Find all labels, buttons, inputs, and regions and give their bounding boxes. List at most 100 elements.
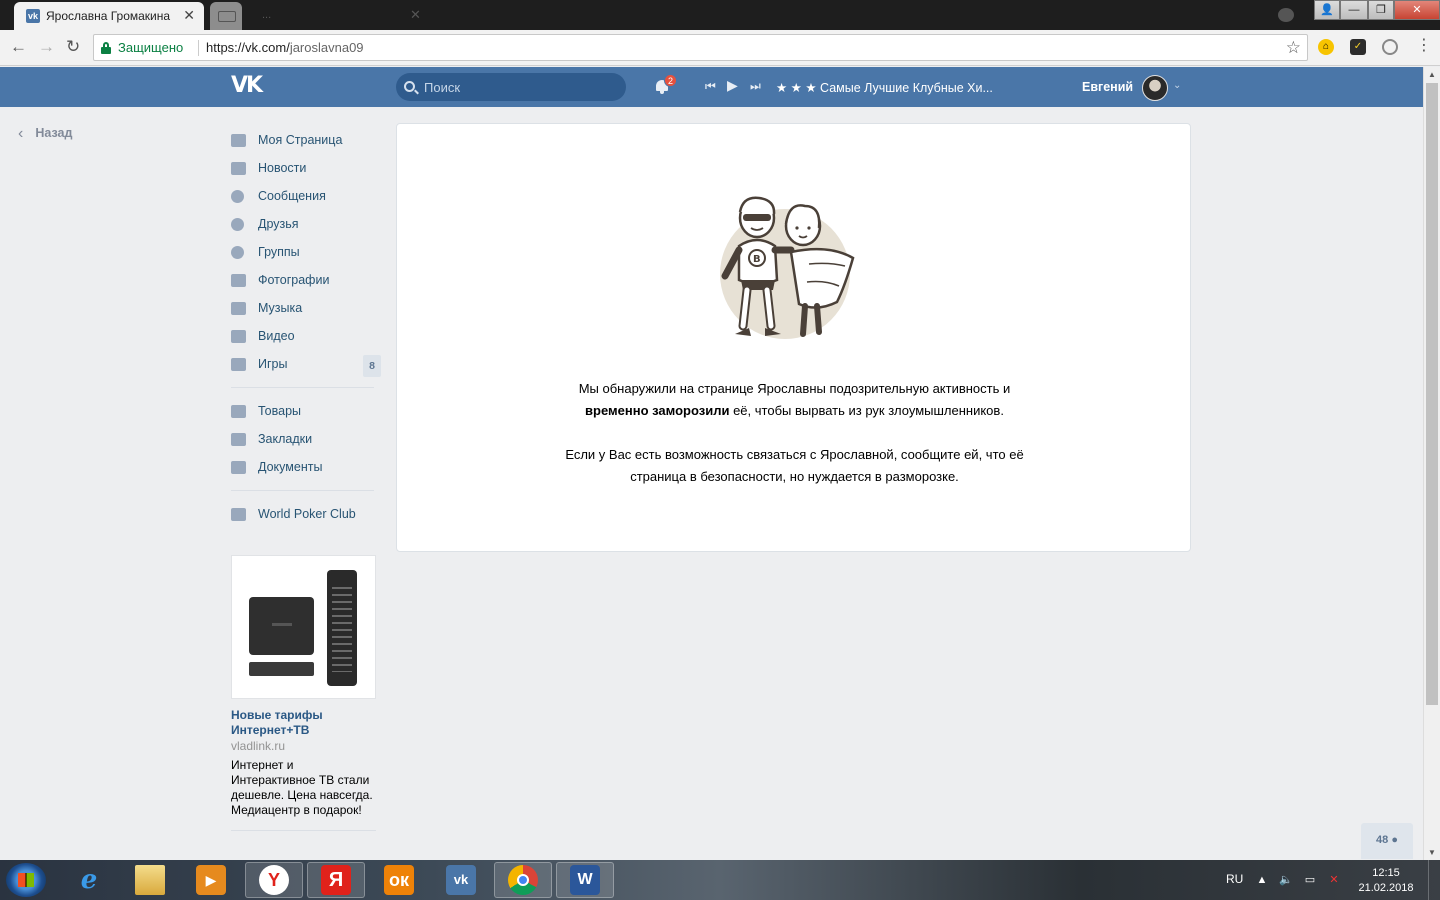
scroll-down-icon[interactable]: ▼ (1428, 848, 1436, 857)
notifications-badge: 2 (664, 74, 677, 87)
home-icon (231, 133, 246, 147)
play-icon[interactable]: ▶ (727, 78, 738, 92)
sidebar-item-video[interactable]: Видео (231, 322, 381, 350)
sidebar-item-label: Сообщения (258, 189, 326, 203)
ie-icon[interactable]: e (60, 862, 118, 898)
ad-image[interactable] (231, 555, 376, 699)
media-player-icon[interactable]: ▶ (182, 862, 240, 898)
notice-bold: временно заморозили (585, 403, 730, 418)
odnoklassniki-icon[interactable]: ок (370, 862, 428, 898)
menu-dots-icon[interactable]: ⋮ (1416, 37, 1432, 55)
ad-title[interactable]: Новые тарифы Интернет+ТВ (231, 708, 376, 738)
chevron-down-icon[interactable]: ⌄ (1173, 80, 1181, 91)
online-count: 48 (1376, 834, 1389, 846)
secure-label: Защищено (118, 40, 184, 55)
next-track-icon[interactable]: ⏭ (750, 79, 761, 93)
page-scrollbar[interactable]: ▲ ▼ (1423, 67, 1440, 860)
sidebar-item-music[interactable]: Музыка (231, 294, 381, 322)
minimize-button[interactable]: — (1340, 0, 1368, 20)
word-icon[interactable]: W (556, 862, 614, 898)
camera-icon (231, 273, 246, 287)
volume-icon[interactable]: 🔈 (1279, 874, 1293, 886)
gamepad-icon (231, 357, 246, 371)
reload-icon[interactable]: ↻ (66, 38, 80, 56)
sidebar-item-goods[interactable]: Товары (231, 397, 381, 425)
sidebar-item-groups[interactable]: Группы (231, 238, 381, 266)
groups-icon (231, 245, 244, 259)
video-icon (231, 329, 246, 343)
sidebar-item-label: Моя Страница (258, 133, 343, 147)
action-center-icon[interactable]: ▭ (1304, 874, 1316, 886)
sidebar-item-bookmarks[interactable]: Закладки (231, 425, 381, 453)
chevron-left-icon: ‹ (18, 125, 24, 142)
sidebar-item-news[interactable]: Новости (231, 154, 381, 182)
url-text: https://vk.com/jaroslavna09 (206, 40, 364, 55)
tab-title: Ярославна Громакина (46, 9, 171, 23)
sidebar-item-label: Группы (258, 245, 300, 259)
back-link-label: Назад (35, 126, 73, 140)
sidebar-item-games[interactable]: Игры 8 (231, 350, 381, 378)
avatar[interactable] (1142, 75, 1168, 101)
news-icon (231, 161, 246, 175)
back-arrow-icon[interactable]: ← (10, 38, 27, 56)
show-desktop-button[interactable] (1428, 860, 1440, 900)
sidebar-item-photos[interactable]: Фотографии (231, 266, 381, 294)
yandex-browser-icon[interactable]: Y (245, 862, 303, 898)
ad-block[interactable]: Новые тарифы Интернет+ТВ vladlink.ru Инт… (231, 555, 376, 831)
notice-line-1: Мы обнаружили на странице Ярославны подо… (578, 381, 1011, 396)
forward-arrow-icon[interactable]: → (38, 38, 55, 56)
friend-icon (231, 217, 244, 231)
person-icon: ● (1391, 834, 1398, 846)
games-counter: 8 (363, 355, 381, 377)
clock[interactable]: 12:15 21.02.2018 (1358, 866, 1414, 896)
search-box[interactable] (396, 73, 626, 101)
sidebar-item-label: World Poker Club (258, 507, 356, 521)
back-link[interactable]: ‹ Назад (18, 125, 72, 143)
music-icon (231, 301, 246, 315)
start-button[interactable] (6, 863, 46, 897)
maximize-button[interactable]: ❐ (1368, 0, 1394, 20)
close-window-button[interactable]: ✕ (1394, 0, 1440, 20)
messages-icon (231, 189, 244, 203)
tab-new[interactable] (210, 2, 242, 30)
sidebar-item-my-page[interactable]: Моя Страница (231, 126, 381, 154)
sidebar-item-documents[interactable]: Документы (231, 453, 381, 481)
track-title[interactable]: ★ ★ ★ Самые Лучшие Клубные Хи... (776, 80, 993, 95)
bag-icon (231, 404, 246, 418)
frozen-notice-text: Мы обнаружили на странице Ярославны подо… (397, 378, 1192, 422)
window-user-icon[interactable]: 👤 (1314, 0, 1340, 20)
scroll-thumb[interactable] (1426, 83, 1438, 705)
tab-active[interactable]: vk Ярославна Громакина ✕ (14, 2, 204, 30)
explorer-icon[interactable] (121, 862, 179, 898)
yandex-home-extension-icon[interactable]: ⌂ (1318, 39, 1334, 55)
online-friends-widget[interactable]: 48 ● (1361, 823, 1413, 859)
tab-close-icon[interactable]: ✕ (183, 7, 195, 23)
sidebar-item-label: Закладки (258, 432, 313, 446)
search-input[interactable] (424, 73, 614, 101)
user-name[interactable]: Евгений (1082, 80, 1133, 94)
sidebar-item-label: Новости (258, 161, 307, 175)
extension-circle-icon[interactable] (1382, 39, 1398, 55)
tv-box-image (249, 597, 314, 655)
checkmark-extension-icon[interactable]: ✓ (1350, 39, 1366, 55)
yandex-icon[interactable]: Я (307, 862, 365, 898)
vk-icon[interactable]: vk (432, 862, 490, 898)
sidebar-item-label: Музыка (258, 301, 303, 315)
vk-favicon-icon: vk (26, 9, 40, 23)
sidebar-item-world-poker-club[interactable]: World Poker Club (231, 500, 381, 528)
chrome-icon[interactable] (494, 862, 552, 898)
scroll-up-icon[interactable]: ▲ (1428, 70, 1436, 79)
network-icon[interactable]: ✕ (1328, 874, 1340, 886)
vk-logo[interactable]: VK (231, 75, 265, 97)
previous-track-icon[interactable]: ⏮ (705, 79, 716, 93)
app-icon (231, 507, 246, 521)
address-bar[interactable]: Защищено https://vk.com/jaroslavna09 ☆ (93, 34, 1308, 61)
clock-time: 12:15 (1372, 867, 1400, 879)
url-host: https://vk.com/ (206, 40, 290, 55)
profile-icon[interactable] (1278, 8, 1294, 22)
language-indicator[interactable]: RU (1226, 872, 1243, 886)
sidebar-item-friends[interactable]: Друзья (231, 210, 381, 238)
sidebar-item-messages[interactable]: Сообщения (231, 182, 381, 210)
tray-expand-icon[interactable]: ▲ (1256, 874, 1268, 886)
bookmark-star-icon[interactable]: ☆ (1286, 38, 1301, 58)
